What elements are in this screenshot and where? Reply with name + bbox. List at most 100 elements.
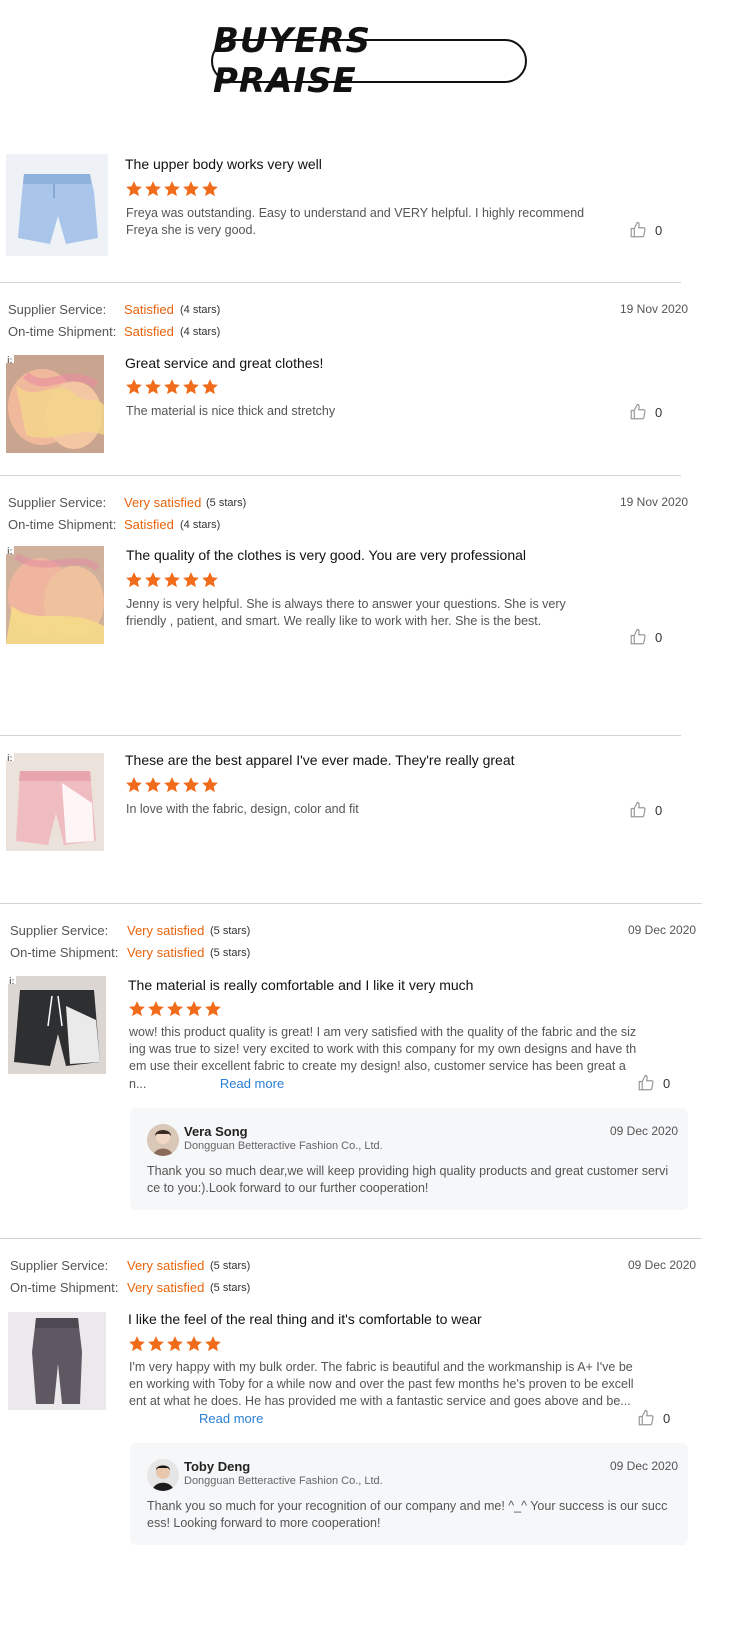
thumbs-up-icon bbox=[637, 1409, 655, 1427]
on-time-shipment-value: Satisfied bbox=[124, 324, 174, 339]
on-time-shipment-label: On-time Shipment: bbox=[10, 1280, 119, 1295]
star-icon bbox=[144, 378, 162, 396]
supplier-service-stars: (4 stars) bbox=[180, 304, 221, 316]
thumbs-up-icon bbox=[629, 628, 647, 646]
star-rating bbox=[125, 180, 219, 198]
read-more-link[interactable]: Read more bbox=[199, 1411, 263, 1426]
like-count: 0 bbox=[663, 1075, 671, 1091]
review-date: 09 Dec 2020 bbox=[628, 1258, 697, 1272]
star-icon bbox=[125, 571, 143, 589]
product-thumbnail[interactable] bbox=[6, 154, 108, 256]
star-icon bbox=[125, 180, 143, 198]
svg-text:i:: i: bbox=[9, 977, 15, 987]
product-thumbnail[interactable]: i: bbox=[6, 355, 104, 453]
star-icon bbox=[182, 571, 200, 589]
reply-author-name: Vera Song bbox=[184, 1124, 248, 1139]
like-count: 0 bbox=[655, 404, 663, 420]
star-icon bbox=[201, 180, 219, 198]
review-divider bbox=[0, 1238, 702, 1239]
reply-date: 09 Dec 2020 bbox=[610, 1124, 679, 1138]
star-icon bbox=[201, 378, 219, 396]
review-body-text: I'm very happy with my bulk order. The f… bbox=[129, 1360, 634, 1408]
svg-text:i:: i: bbox=[7, 754, 13, 764]
on-time-shipment-value: Very satisfied bbox=[127, 945, 205, 960]
star-icon bbox=[182, 378, 200, 396]
supplier-service-stars: (5 stars) bbox=[210, 1260, 251, 1272]
star-icon bbox=[144, 571, 162, 589]
on-time-shipment-label: On-time Shipment: bbox=[10, 945, 119, 960]
supplier-service-label: Supplier Service: bbox=[10, 1258, 109, 1273]
star-icon bbox=[185, 1335, 203, 1353]
review-body: wow! this product quality is great! I am… bbox=[129, 1024, 637, 1093]
read-more-link[interactable]: Read more bbox=[220, 1076, 284, 1091]
star-icon bbox=[147, 1000, 165, 1018]
star-icon bbox=[185, 1000, 203, 1018]
seller-reply: Vera Song Dongguan Betteractive Fashion … bbox=[130, 1108, 688, 1210]
supplier-service-value: Satisfied bbox=[124, 302, 174, 317]
review-date: 19 Nov 2020 bbox=[620, 302, 689, 316]
star-icon bbox=[201, 571, 219, 589]
star-icon bbox=[166, 1000, 184, 1018]
on-time-shipment-label: On-time Shipment: bbox=[8, 517, 117, 532]
star-icon bbox=[147, 1335, 165, 1353]
on-time-shipment-label: On-time Shipment: bbox=[8, 324, 117, 339]
svg-text:i:: i: bbox=[7, 547, 13, 557]
on-time-shipment-stars: (4 stars) bbox=[180, 326, 221, 338]
supplier-service-label: Supplier Service: bbox=[8, 495, 107, 510]
supplier-service-value: Very satisfied bbox=[127, 1258, 205, 1273]
like-button[interactable]: 0 bbox=[629, 403, 662, 421]
page-title-pill: BUYERS PRAISE bbox=[211, 21, 527, 101]
star-icon bbox=[144, 776, 162, 794]
star-icon bbox=[166, 1335, 184, 1353]
star-rating bbox=[128, 1335, 222, 1353]
avatar bbox=[147, 1124, 179, 1156]
like-button[interactable]: 0 bbox=[629, 628, 662, 646]
review-body: The material is nice thick and stretchy bbox=[126, 404, 336, 418]
thumbs-up-icon bbox=[629, 801, 647, 819]
like-button[interactable]: 0 bbox=[629, 801, 662, 819]
thumbs-up-icon bbox=[629, 221, 647, 239]
like-button[interactable]: 0 bbox=[637, 1409, 670, 1427]
supplier-service-value: Very satisfied bbox=[127, 923, 205, 938]
like-count: 0 bbox=[655, 222, 663, 238]
reply-text: Thank you so much dear,we will keep prov… bbox=[147, 1164, 669, 1195]
star-icon bbox=[163, 378, 181, 396]
reply-author-name: Toby Deng bbox=[184, 1459, 251, 1474]
on-time-shipment-stars: (5 stars) bbox=[210, 947, 251, 959]
star-icon bbox=[144, 180, 162, 198]
review-divider bbox=[0, 903, 702, 904]
review-title: The material is really comfortable and I… bbox=[128, 977, 474, 993]
reply-date: 09 Dec 2020 bbox=[610, 1459, 679, 1473]
review-date: 19 Nov 2020 bbox=[620, 495, 689, 509]
like-button[interactable]: 0 bbox=[637, 1074, 670, 1092]
review-body-text: wow! this product quality is great! I am… bbox=[129, 1025, 637, 1091]
like-count: 0 bbox=[655, 802, 663, 818]
product-thumbnail[interactable]: i: bbox=[6, 546, 104, 644]
star-rating bbox=[125, 776, 219, 794]
supplier-service-value: Very satisfied bbox=[124, 495, 202, 510]
like-button[interactable]: 0 bbox=[629, 221, 662, 239]
supplier-service-stars: (5 stars) bbox=[206, 497, 247, 509]
review-body: Freya was outstanding. Easy to understan… bbox=[126, 206, 585, 237]
product-thumbnail[interactable]: i: bbox=[6, 753, 104, 851]
review-title: The upper body works very well bbox=[125, 156, 322, 172]
on-time-shipment-value: Satisfied bbox=[124, 517, 174, 532]
on-time-shipment-value: Very satisfied bbox=[127, 1280, 205, 1295]
star-icon bbox=[128, 1000, 146, 1018]
like-count: 0 bbox=[655, 629, 663, 645]
reply-company: Dongguan Betteractive Fashion Co., Ltd. bbox=[184, 1475, 383, 1487]
avatar bbox=[147, 1459, 179, 1491]
seller-reply: Toby Deng Dongguan Betteractive Fashion … bbox=[130, 1443, 688, 1545]
review-divider bbox=[0, 475, 681, 476]
review-body: Jenny is very helpful. She is always the… bbox=[126, 597, 566, 628]
supplier-service-label: Supplier Service: bbox=[10, 923, 109, 938]
product-thumbnail[interactable]: i: bbox=[8, 976, 106, 1074]
star-icon bbox=[204, 1000, 222, 1018]
star-icon bbox=[125, 378, 143, 396]
star-rating bbox=[125, 378, 219, 396]
on-time-shipment-stars: (4 stars) bbox=[180, 519, 221, 531]
review-title: I like the feel of the real thing and it… bbox=[128, 1311, 482, 1327]
reply-text: Thank you so much for your recognition o… bbox=[147, 1499, 668, 1530]
product-thumbnail[interactable] bbox=[8, 1312, 106, 1410]
reply-company: Dongguan Betteractive Fashion Co., Ltd. bbox=[184, 1140, 383, 1152]
